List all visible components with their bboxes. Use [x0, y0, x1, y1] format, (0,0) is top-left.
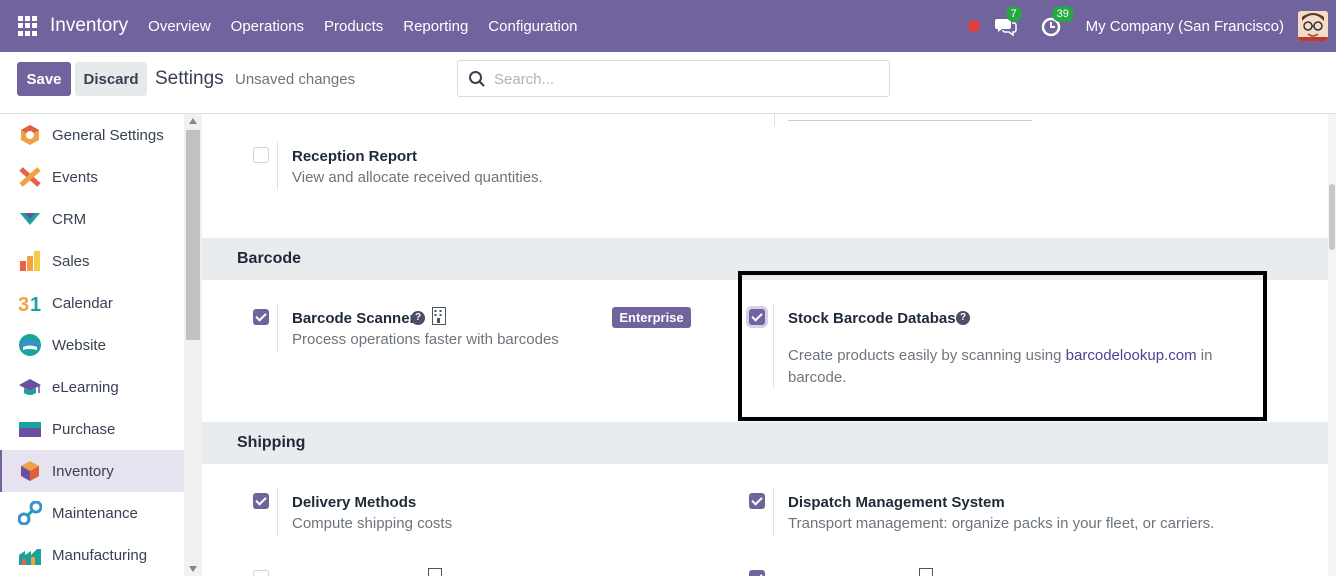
barcode-scanner-desc: Process operations faster with barcodes	[292, 331, 559, 348]
sidebar-item-label: CRM	[52, 210, 87, 228]
menu-configuration[interactable]: Configuration	[488, 18, 577, 35]
shipping-section-title: Shipping	[237, 434, 306, 451]
dispatch-management-title: Dispatch Management System	[788, 494, 1005, 511]
sidebar-item-label: Maintenance	[52, 504, 138, 522]
sidebar-item-elearning[interactable]: eLearning	[0, 366, 184, 408]
menu-operations[interactable]: Operations	[231, 18, 304, 35]
divider	[277, 142, 278, 190]
user-avatar[interactable]	[1298, 11, 1328, 41]
menu-products[interactable]: Products	[324, 18, 383, 35]
dispatch-management-desc: Transport management: organize packs in …	[788, 515, 1215, 532]
menu-overview[interactable]: Overview	[148, 18, 211, 35]
sidebar-item-label: Inventory	[52, 462, 114, 480]
reception-report-title: Reception Report	[292, 148, 418, 165]
partial-row-checkbox[interactable]	[749, 570, 765, 576]
search-box[interactable]	[457, 60, 890, 97]
sidebar-item-purchase[interactable]: Purchase	[0, 408, 184, 450]
content-scrollbar[interactable]	[1328, 114, 1336, 576]
sidebar-item-crm[interactable]: CRM	[0, 198, 184, 240]
sidebar-item-label: Purchase	[52, 420, 116, 438]
sidebar-item-events[interactable]: Events	[0, 156, 184, 198]
settings-content: Reception Report View and allocate recei…	[202, 114, 1328, 576]
calendar-icon: 3 1	[18, 294, 41, 315]
menu-reporting[interactable]: Reporting	[403, 18, 468, 35]
top-navbar: Inventory Overview Operations Products R…	[0, 0, 1336, 52]
barcode-section-title: Barcode	[237, 250, 302, 267]
recording-dot-icon[interactable]	[967, 20, 980, 32]
sidebar-item-inventory[interactable]: Inventory	[0, 450, 184, 492]
unsaved-status: Unsaved changes	[235, 71, 356, 88]
sidebar-item-general-settings[interactable]: General Settings	[0, 114, 184, 156]
save-button[interactable]: Save	[17, 62, 71, 96]
partial-row-checkbox[interactable]	[253, 570, 269, 576]
enterprise-badge[interactable]: Enterprise	[612, 307, 691, 328]
sidebar-item-label: General Settings	[52, 126, 164, 144]
delivery-methods-desc: Compute shipping costs	[292, 515, 453, 532]
sales-icon	[20, 251, 40, 271]
events-icon	[19, 167, 41, 187]
settings-sidebar: General Settings Events CRM Sales 3 1 Ca…	[0, 114, 184, 576]
delivery-methods-title: Delivery Methods	[292, 494, 417, 511]
crm-icon	[20, 213, 40, 225]
activities-badge: 39	[1051, 6, 1074, 22]
divider	[773, 488, 774, 536]
sidebar-item-label: Manufacturing	[52, 546, 148, 564]
sidebar-item-label: Website	[52, 336, 106, 354]
dispatch-management-checkbox[interactable]	[749, 493, 765, 509]
barcode-scanner-title: Barcode Scanner	[292, 310, 416, 327]
maintenance-icon	[18, 501, 42, 525]
building-icon	[919, 568, 933, 576]
reception-report-desc: View and allocate received quantities.	[292, 169, 543, 186]
page-title: Settings	[155, 68, 224, 89]
content-scroll-thumb[interactable]	[1329, 184, 1335, 250]
highlight-box	[738, 271, 1267, 421]
messages-icon[interactable]: 7	[994, 6, 1022, 38]
activities-clock-icon[interactable]: 39	[1040, 6, 1074, 38]
sidebar-scrollbar[interactable]	[184, 114, 202, 576]
control-panel: Save Discard Settings Unsaved changes	[0, 52, 1336, 114]
divider	[774, 114, 775, 126]
building-icon	[432, 307, 446, 325]
purchase-icon	[19, 422, 41, 437]
sidebar-item-sales[interactable]: Sales	[0, 240, 184, 282]
app-brand[interactable]: Inventory	[50, 15, 128, 37]
building-icon	[428, 568, 442, 576]
messages-badge: 7	[1005, 6, 1022, 22]
divider	[277, 304, 278, 352]
help-question-icon[interactable]: ?	[411, 311, 425, 325]
sidebar-item-maintenance[interactable]: Maintenance	[0, 492, 184, 534]
reception-report-checkbox[interactable]	[253, 147, 269, 163]
sidebar-item-label: Calendar	[52, 294, 113, 312]
discard-button[interactable]: Discard	[75, 62, 147, 96]
field-underline	[788, 120, 1032, 121]
sidebar-item-label: eLearning	[52, 378, 119, 396]
svg-text:1: 1	[30, 294, 41, 315]
scroll-down-arrow-icon[interactable]	[189, 566, 197, 572]
sidebar-item-calendar[interactable]: 3 1 Calendar	[0, 282, 184, 324]
search-input[interactable]	[494, 65, 874, 93]
inventory-icon	[21, 461, 39, 481]
sidebar-item-label: Events	[52, 168, 98, 186]
navbar-systray: 7 39 My Company (San Francisco)	[967, 0, 1336, 52]
website-icon	[19, 334, 41, 356]
shipping-section-header: Shipping	[202, 422, 1328, 464]
divider	[277, 488, 278, 536]
svg-text:3: 3	[18, 294, 29, 315]
manufacturing-icon	[19, 549, 41, 565]
barcode-scanner-checkbox[interactable]	[253, 309, 269, 325]
scroll-up-arrow-icon[interactable]	[189, 118, 197, 124]
sidebar-item-website[interactable]: Website	[0, 324, 184, 366]
delivery-methods-checkbox[interactable]	[253, 493, 269, 509]
sidebar-item-manufacturing[interactable]: Manufacturing	[0, 534, 184, 576]
general-settings-icon	[21, 125, 39, 145]
elearning-icon	[19, 379, 41, 395]
sidebar-scroll-thumb[interactable]	[186, 130, 200, 340]
search-icon	[469, 71, 485, 87]
apps-grid-icon[interactable]	[18, 16, 38, 36]
company-switcher[interactable]: My Company (San Francisco)	[1086, 18, 1284, 35]
sidebar-item-label: Sales	[52, 252, 90, 270]
